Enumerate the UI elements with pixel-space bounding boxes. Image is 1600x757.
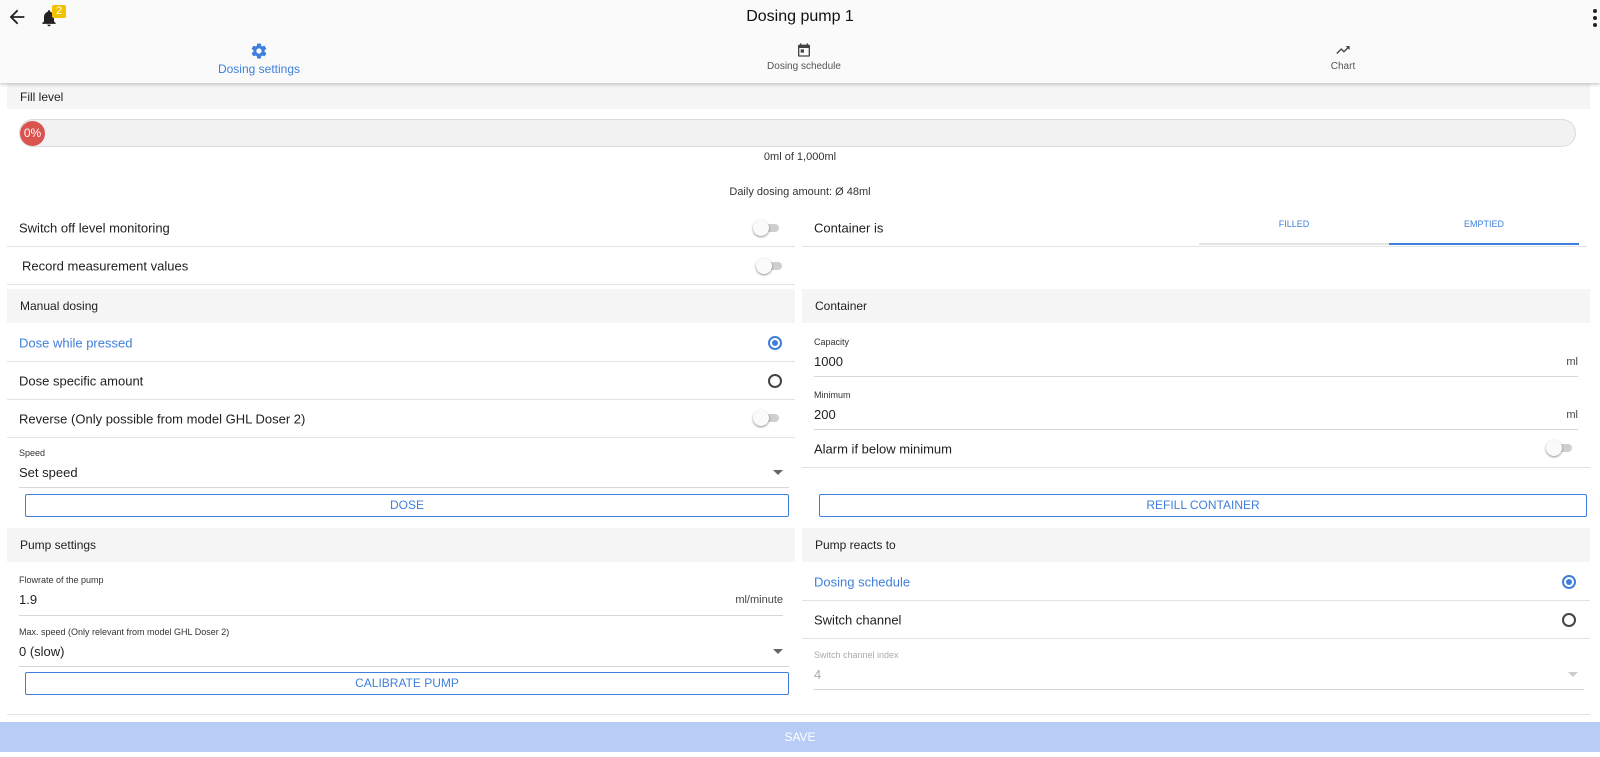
dose-while-pressed-radio[interactable] xyxy=(768,336,782,350)
capacity-label: Capacity xyxy=(814,337,850,347)
switch-channel-radio[interactable] xyxy=(1562,613,1576,627)
max-speed-value: 0 (slow) xyxy=(19,644,65,659)
switch-off-level-monitoring-toggle[interactable] xyxy=(753,220,781,236)
trending-up-icon xyxy=(1336,46,1350,54)
container-state-label: Container is xyxy=(814,220,884,236)
dose-specific-amount-row[interactable]: Dose specific amount xyxy=(7,362,795,400)
tab-chart[interactable]: Chart xyxy=(1243,40,1443,72)
tab-dosing-settings[interactable]: Dosing settings xyxy=(159,40,359,76)
manual-dosing-heading: Manual dosing xyxy=(7,289,795,323)
alarm-below-minimum-toggle[interactable] xyxy=(1546,440,1574,456)
max-speed-label: Max. speed (Only relevant from model GHL… xyxy=(19,627,230,637)
alarm-below-minimum-label: Alarm if below minimum xyxy=(814,441,952,456)
reverse-label: Reverse (Only possible from model GHL Do… xyxy=(19,411,306,426)
flowrate-unit: ml/minute xyxy=(735,594,783,606)
dose-specific-amount-radio[interactable] xyxy=(768,374,782,388)
minimum-input[interactable] xyxy=(814,407,1426,422)
alarm-below-minimum-row: Alarm if below minimum xyxy=(802,430,1590,468)
dose-button[interactable]: DOSE xyxy=(25,494,789,517)
record-measurement-label: Record measurement values xyxy=(22,258,189,273)
minimum-field[interactable]: Minimum ml xyxy=(814,390,1578,430)
record-measurement-toggle[interactable] xyxy=(756,258,784,274)
switch-off-level-monitoring-row: Switch off level monitoring xyxy=(7,209,795,247)
flowrate-field[interactable]: Flowrate of the pump ml/minute xyxy=(19,575,783,616)
capacity-unit: ml xyxy=(1566,356,1578,368)
dropdown-arrow-icon xyxy=(1568,672,1578,677)
container-heading: Container xyxy=(802,289,1590,323)
calibrate-pump-button[interactable]: CALIBRATE PUMP xyxy=(25,672,789,695)
speed-value: Set speed xyxy=(19,465,78,480)
switch-channel-label: Switch channel xyxy=(814,612,902,627)
record-measurement-row: Record measurement values xyxy=(7,247,795,285)
speed-label: Speed xyxy=(19,448,46,458)
minimum-label: Minimum xyxy=(814,390,851,400)
gear-icon xyxy=(251,43,267,59)
fill-level-bar xyxy=(19,119,1576,147)
dose-while-pressed-label: Dose while pressed xyxy=(19,335,133,350)
dosing-schedule-radio[interactable] xyxy=(1562,575,1576,589)
tab-label: Dosing schedule xyxy=(767,61,841,72)
switch-channel-index-label: Switch channel index xyxy=(814,650,899,660)
minimum-unit: ml xyxy=(1566,409,1578,421)
divider xyxy=(802,246,1587,247)
switch-channel-index-value: 4 xyxy=(814,667,822,682)
fill-amount-text: 0ml of 1,000ml xyxy=(763,151,837,163)
switch-channel-row[interactable]: Switch channel xyxy=(802,601,1590,639)
max-speed-select[interactable]: Max. speed (Only relevant from model GHL… xyxy=(19,627,789,667)
container-emptied-option[interactable]: EMPTIED xyxy=(1389,209,1579,245)
fill-level-percent: 0% xyxy=(20,121,45,146)
dose-while-pressed-row[interactable]: Dose while pressed xyxy=(7,324,795,362)
container-filled-option[interactable]: FILLED xyxy=(1199,209,1389,245)
app-bar: 2 Dosing pump 1 Dosing settings Dosing s… xyxy=(0,0,1600,83)
divider xyxy=(7,714,1590,715)
daily-dosing-text: Daily dosing amount: Ø 48ml xyxy=(729,186,871,198)
flowrate-label: Flowrate of the pump xyxy=(19,575,104,585)
tab-label: Chart xyxy=(1330,61,1356,72)
dropdown-arrow-icon xyxy=(773,470,783,475)
reverse-toggle[interactable] xyxy=(753,410,781,426)
capacity-input[interactable] xyxy=(814,354,1426,369)
more-vert-icon[interactable] xyxy=(1592,8,1598,28)
dropdown-arrow-icon xyxy=(773,649,783,654)
speed-select[interactable]: Speed Set speed xyxy=(19,448,789,488)
dosing-schedule-row[interactable]: Dosing schedule xyxy=(802,563,1590,601)
switch-channel-index-select: Switch channel index 4 xyxy=(814,650,1584,690)
tab-dosing-schedule[interactable]: Dosing schedule xyxy=(704,40,904,72)
dosing-schedule-label: Dosing schedule xyxy=(814,574,911,589)
flowrate-input[interactable] xyxy=(19,592,631,607)
reverse-row: Reverse (Only possible from model GHL Do… xyxy=(7,400,795,438)
pump-reacts-heading: Pump reacts to xyxy=(802,528,1590,562)
switch-off-level-monitoring-label: Switch off level monitoring xyxy=(19,220,170,235)
save-button[interactable]: SAVE xyxy=(0,722,1600,752)
refill-container-button[interactable]: REFILL CONTAINER xyxy=(819,494,1587,517)
tab-label: Dosing settings xyxy=(217,62,301,76)
capacity-field[interactable]: Capacity ml xyxy=(814,337,1578,377)
pump-settings-heading: Pump settings xyxy=(7,528,795,562)
calendar-icon xyxy=(798,43,810,57)
page-title: Dosing pump 1 xyxy=(746,8,854,25)
dose-specific-amount-label: Dose specific amount xyxy=(19,373,144,388)
